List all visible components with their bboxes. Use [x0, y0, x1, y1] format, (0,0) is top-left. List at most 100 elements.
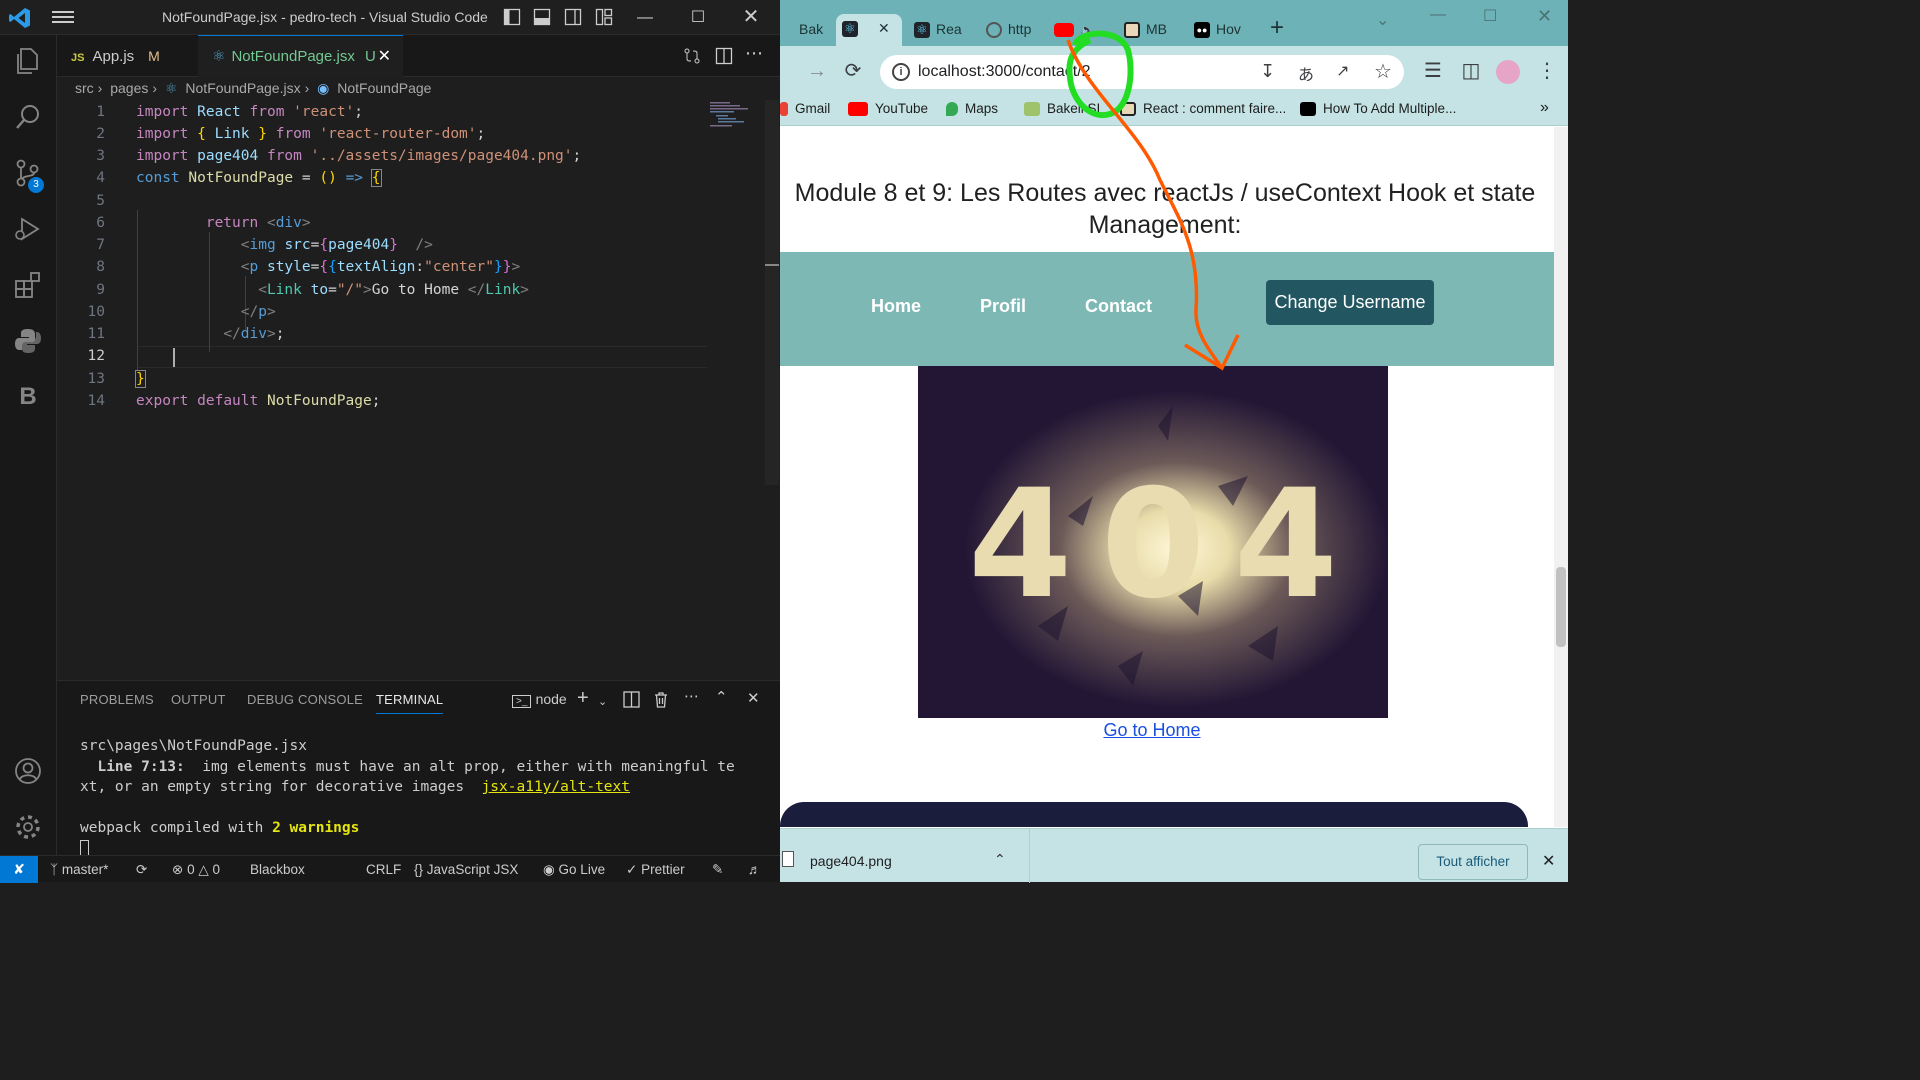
maximize-panel-icon[interactable]: ⌃ — [715, 688, 728, 706]
new-tab-icon[interactable]: + — [1270, 14, 1284, 42]
address-bar[interactable]: i localhost:3000/contact/2 ↧ あ ↗ ☆ — [880, 55, 1404, 89]
check-double-icon: ✓ — [626, 862, 638, 877]
info-icon[interactable]: i — [892, 63, 910, 81]
customize-layout-icon[interactable] — [595, 8, 613, 26]
vscode-logo-icon[interactable] — [8, 6, 32, 30]
explorer-icon[interactable] — [12, 45, 44, 77]
minimize-icon[interactable]: — — [622, 0, 668, 35]
close-window-icon[interactable]: ✕ — [728, 0, 774, 35]
install-app-icon[interactable]: ↧ — [1260, 61, 1275, 82]
bookmark-bakeli[interactable]: Bakeli SI — [1024, 101, 1100, 117]
reload-icon[interactable]: ⟳ — [842, 60, 864, 82]
breadcrumb-pages[interactable]: pages — [110, 80, 148, 96]
tab-output[interactable]: OUTPUT — [171, 692, 226, 707]
breadcrumb-file[interactable]: NotFoundPage.jsx — [185, 80, 300, 96]
scroll-position-marker — [765, 264, 779, 266]
browser-tab[interactable]: ⚛ Rea — [908, 14, 974, 46]
scrollbar-thumb[interactable] — [1556, 567, 1566, 647]
toggle-secondary-sidebar-icon[interactable] — [564, 8, 582, 26]
maximize-icon[interactable]: ☐ — [675, 0, 721, 35]
minimap[interactable] — [708, 100, 756, 128]
prettier-status[interactable]: ✓ Prettier — [626, 862, 685, 878]
tab-problems[interactable]: PROBLEMS — [80, 692, 154, 707]
tab-app-js[interactable]: JS App.js M — [57, 35, 197, 77]
tab-debug-console[interactable]: DEBUG CONSOLE — [247, 692, 363, 707]
notifications-bell-icon[interactable]: ♬ — [748, 862, 762, 877]
terminal-shell-selector[interactable]: >_ node — [512, 691, 567, 708]
more-actions-icon[interactable]: ⋯ — [745, 43, 763, 64]
close-window-icon[interactable]: ✕ — [1537, 6, 1552, 27]
media-playlist-icon[interactable]: ☰ — [1422, 60, 1444, 82]
browser-tab[interactable]: http — [980, 14, 1046, 46]
python-icon[interactable] — [12, 325, 44, 357]
close-panel-icon[interactable]: ✕ — [747, 689, 760, 707]
problems-indicator[interactable]: ⊗ 0 △ 0 — [172, 862, 220, 878]
open-changes-icon[interactable] — [683, 47, 701, 65]
settings-gear-icon[interactable] — [12, 811, 44, 843]
page-scrollbar[interactable] — [1554, 127, 1568, 827]
split-terminal-icon[interactable] — [623, 691, 640, 708]
chevron-down-icon[interactable]: ⌄ — [598, 695, 607, 708]
nav-home[interactable]: Home — [871, 296, 921, 317]
go-live-button[interactable]: ◉ Go Live — [543, 862, 605, 878]
breadcrumb-src[interactable]: src — [75, 80, 94, 96]
split-editor-icon[interactable] — [715, 47, 733, 65]
tab-notfoundpage-jsx[interactable]: ⚛ NotFoundPage.jsx U ✕ — [198, 35, 403, 77]
editor-scrollbar[interactable] — [765, 100, 779, 485]
go-to-home-link[interactable]: Go to Home — [780, 720, 1524, 741]
feedback-icon[interactable]: ✎ — [712, 862, 723, 878]
url-text[interactable]: localhost:3000/contact/2 — [918, 63, 1091, 81]
nav-profil[interactable]: Profil — [980, 296, 1026, 317]
close-download-shelf-icon[interactable]: ✕ — [1542, 851, 1555, 871]
more-actions-icon[interactable]: ⋯ — [684, 687, 699, 705]
eol-status[interactable]: CRLF — [366, 862, 401, 877]
remote-indicator-icon[interactable]: ✘ — [0, 856, 38, 883]
bookmark-medium[interactable]: How To Add Multiple... — [1300, 101, 1456, 117]
terminal-output[interactable]: src\pages\NotFoundPage.jsx Line 7:13: im… — [80, 736, 735, 859]
bookmark-youtube[interactable]: YouTube — [848, 101, 928, 117]
run-debug-icon[interactable] — [12, 213, 44, 245]
blackbox-status[interactable]: Blackbox — [250, 862, 305, 877]
sync-icon[interactable]: ⟳ — [136, 862, 147, 878]
change-username-button[interactable]: Change Username — [1266, 280, 1434, 325]
translate-icon[interactable]: あ — [1298, 61, 1314, 85]
breadcrumb-symbol[interactable]: NotFoundPage — [337, 80, 431, 96]
bookmark-react[interactable]: React : comment faire... — [1120, 101, 1286, 117]
extensions-icon[interactable] — [12, 269, 44, 301]
tab-search-chevron-icon[interactable]: ⌄ — [1376, 10, 1389, 30]
kebab-menu-icon[interactable]: ⋮ — [1536, 60, 1558, 82]
maximize-icon[interactable]: ☐ — [1483, 6, 1497, 26]
account-icon[interactable] — [12, 755, 44, 787]
toggle-panel-icon[interactable] — [533, 8, 551, 26]
share-icon[interactable]: ↗ — [1336, 61, 1349, 81]
toggle-sidebar-icon[interactable] — [503, 8, 521, 26]
show-all-button[interactable]: Tout afficher — [1418, 844, 1528, 880]
browser-tab-active[interactable]: ⚛ ✕ — [836, 14, 902, 46]
nav-contact[interactable]: Contact — [1085, 296, 1152, 317]
download-item[interactable]: page404.png ⌃ — [780, 829, 1030, 883]
minimize-icon[interactable]: — — [1430, 6, 1446, 24]
bookmark-star-icon[interactable]: ☆ — [1374, 59, 1392, 84]
forward-arrow-icon[interactable]: → — [806, 60, 828, 82]
new-terminal-icon[interactable]: + — [577, 687, 589, 710]
browser-tab-youtube[interactable]: 🔈 — [1052, 14, 1118, 46]
search-icon[interactable] — [12, 101, 44, 133]
profile-avatar[interactable] — [1496, 60, 1520, 84]
code-editor[interactable]: 1 2 3 4 5 6 7 8 9 10 11 12 13 14 import … — [57, 100, 765, 680]
browser-tab[interactable]: ●● Hov — [1192, 14, 1248, 46]
menu-icon[interactable] — [52, 8, 74, 26]
trash-icon[interactable] — [653, 691, 669, 708]
chevron-up-icon[interactable]: ⌃ — [994, 851, 1006, 868]
bookmark-maps[interactable]: Maps — [946, 101, 998, 117]
tab-terminal[interactable]: TERMINAL — [376, 692, 444, 714]
language-mode[interactable]: {} JavaScript JSX — [414, 862, 518, 877]
browser-tab[interactable]: Bak — [784, 14, 828, 46]
close-tab-icon[interactable]: ✕ — [878, 20, 890, 36]
bookmark-gmail[interactable]: Gmail — [780, 101, 830, 117]
more-bookmarks-icon[interactable]: » — [1540, 99, 1549, 117]
branch-indicator[interactable]: ᛉ master* — [50, 862, 108, 877]
close-tab-icon[interactable]: ✕ — [378, 36, 391, 78]
blackbox-icon[interactable]: B — [12, 381, 44, 413]
browser-tab[interactable]: MB — [1122, 14, 1188, 46]
side-panel-icon[interactable]: ◫ — [1460, 60, 1482, 82]
